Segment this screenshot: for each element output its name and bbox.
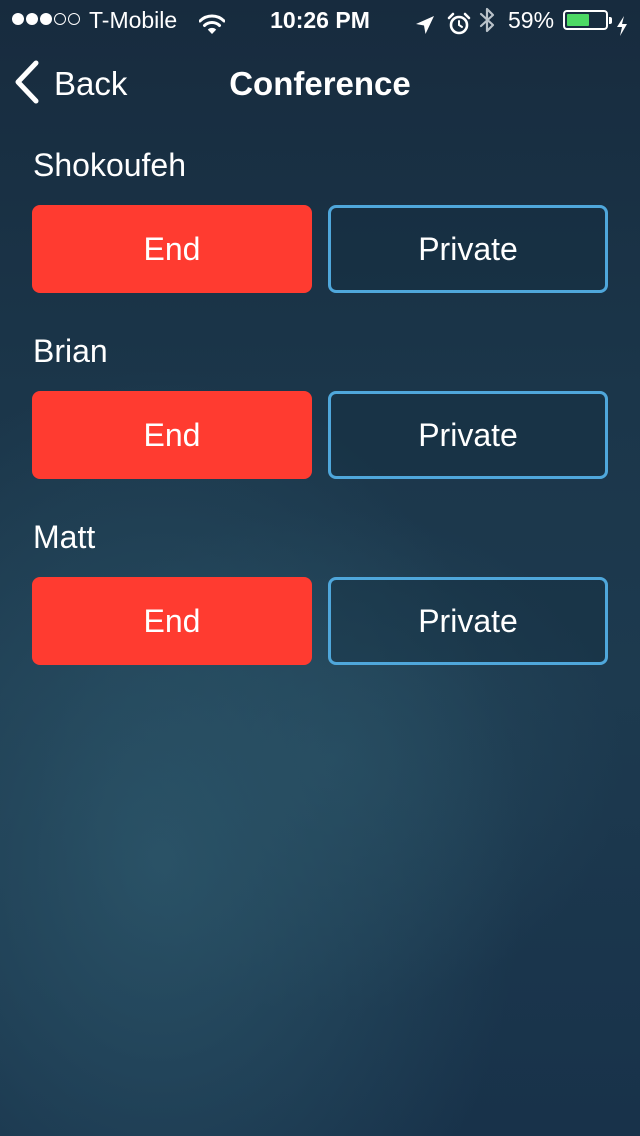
clock-time: 10:26 PM [270, 7, 370, 33]
end-call-button[interactable]: End [32, 205, 312, 293]
battery-nub [609, 17, 612, 24]
private-button[interactable]: Private [328, 205, 608, 293]
signal-dot [40, 13, 52, 25]
signal-dot [26, 13, 38, 25]
battery-icon [563, 10, 612, 30]
battery-fill [567, 14, 589, 26]
participant-actions: End Private [32, 577, 608, 665]
participant-actions: End Private [32, 205, 608, 293]
chevron-left-icon [14, 60, 40, 109]
status-bar: T-Mobile 10:26 PM 59% [0, 0, 640, 40]
signal-dot [68, 13, 80, 25]
navigation-bar: Back Conference [0, 40, 640, 128]
private-button[interactable]: Private [328, 391, 608, 479]
signal-dot [54, 13, 66, 25]
participant-name: Brian [33, 333, 108, 369]
participant-item: Shokoufeh End Private [32, 140, 608, 326]
back-label: Back [54, 65, 128, 102]
back-button[interactable]: Back [14, 60, 127, 108]
page-title-text: Conference [229, 65, 411, 102]
participant-item: Matt End Private [32, 512, 608, 698]
carrier-name: T-Mobile [89, 7, 178, 33]
participant-list: Shokoufeh End Private Brian End Private … [32, 140, 608, 698]
signal-strength-icon [12, 13, 82, 27]
end-call-button[interactable]: End [32, 391, 312, 479]
end-call-button[interactable]: End [32, 577, 312, 665]
battery-percent: 59% [508, 7, 555, 33]
signal-dot [12, 13, 24, 25]
participant-item: Brian End Private [32, 326, 608, 512]
participant-name: Shokoufeh [33, 147, 187, 183]
participant-name: Matt [33, 519, 96, 555]
private-button[interactable]: Private [328, 577, 608, 665]
participant-actions: End Private [32, 391, 608, 479]
